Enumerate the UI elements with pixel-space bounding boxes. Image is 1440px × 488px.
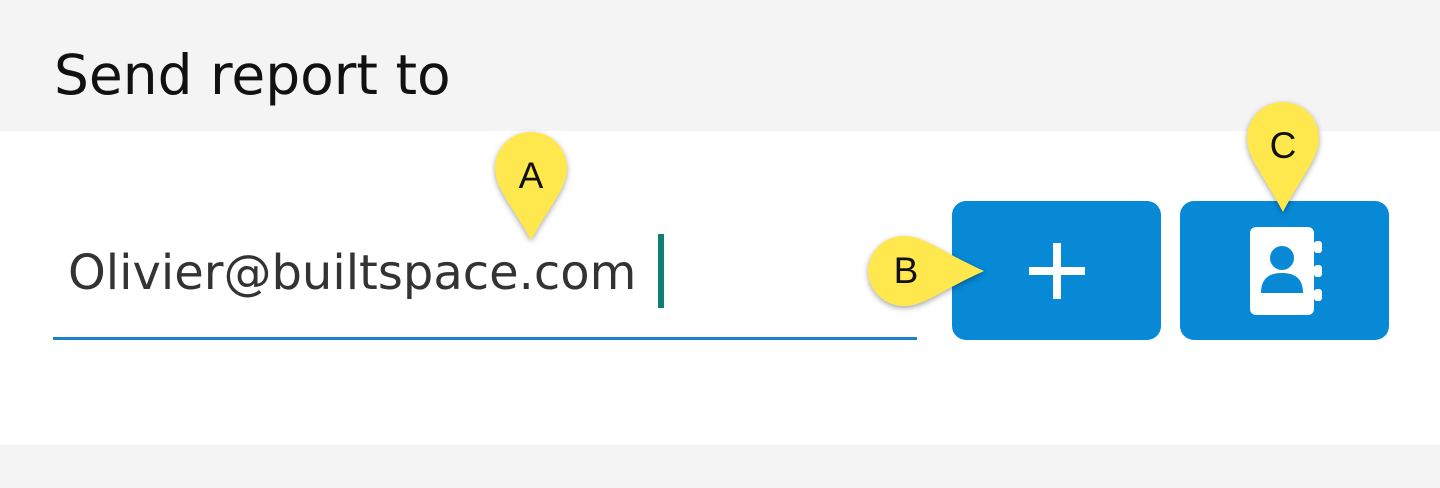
callout-marker-b: B <box>866 234 986 308</box>
callout-label-b: B <box>893 250 919 291</box>
contact-book-icon <box>1245 225 1325 317</box>
email-input[interactable]: Olivier@builtspace.com <box>53 225 917 340</box>
callout-label-a: A <box>518 155 544 196</box>
plus-icon <box>1027 241 1087 301</box>
callout-marker-c: C <box>1245 100 1321 212</box>
contacts-button[interactable] <box>1180 201 1389 340</box>
text-caret <box>658 234 664 308</box>
callout-label-c: C <box>1269 125 1297 166</box>
callout-marker-a: A <box>493 130 569 240</box>
page-title: Send report to <box>54 43 451 107</box>
email-input-value[interactable]: Olivier@builtspace.com <box>68 243 636 303</box>
header-bar: Send report to <box>0 0 1440 131</box>
footer-bar <box>0 445 1440 488</box>
